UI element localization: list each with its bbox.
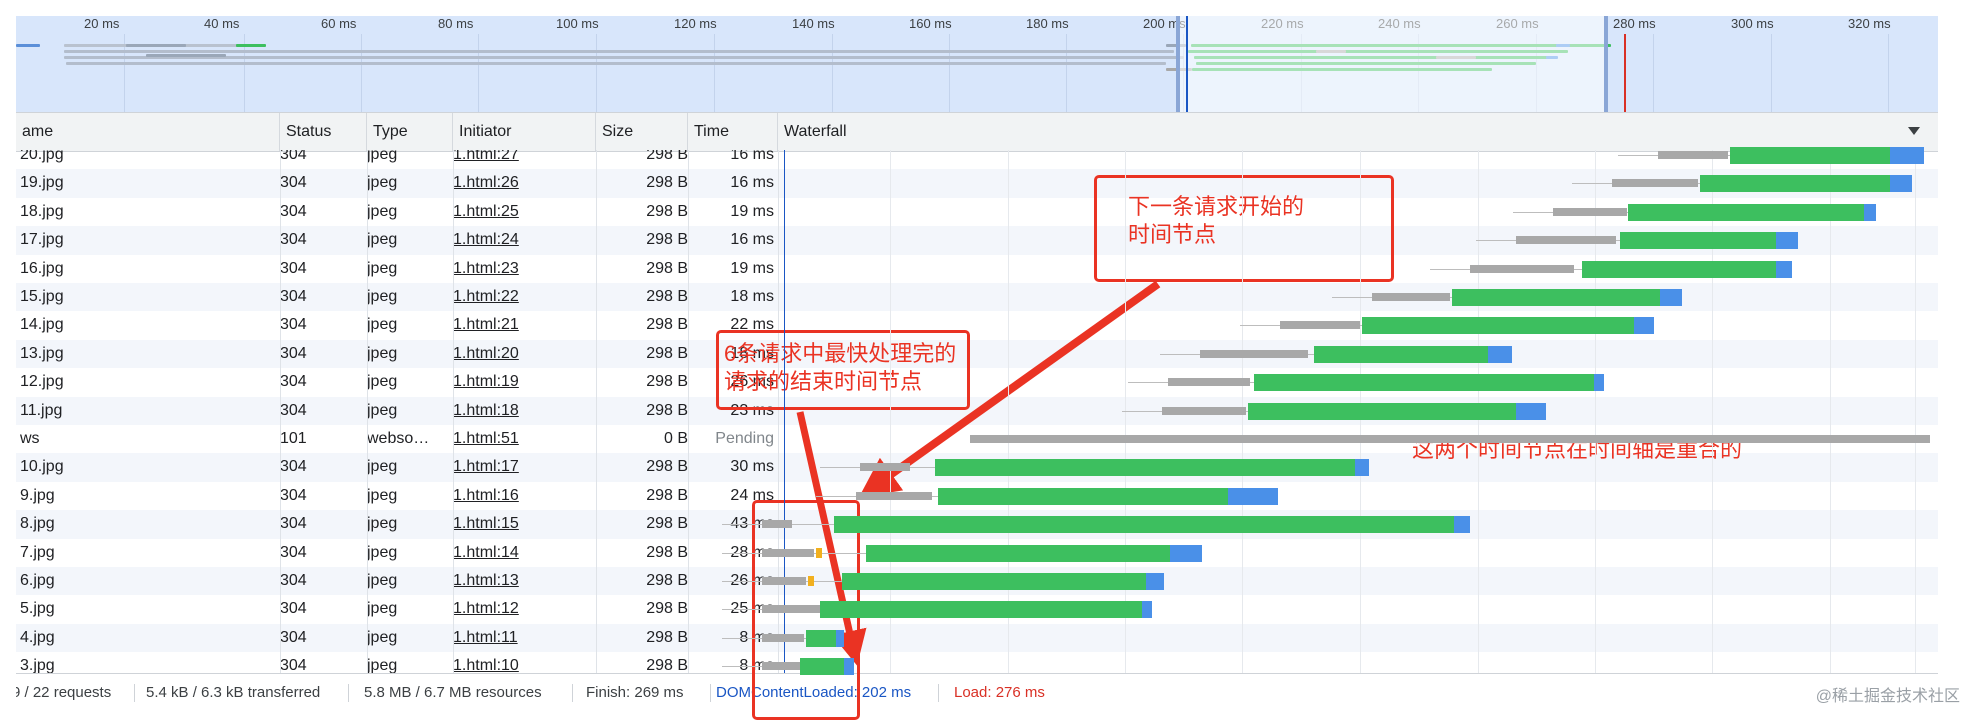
- waterfall-bar-receive: [1355, 459, 1369, 477]
- waterfall-bar-waiting: [762, 548, 814, 557]
- waterfall-bar-download: [820, 601, 1142, 619]
- waterfall-bar-stalled: [816, 547, 822, 558]
- waterfall-bar-download: [834, 516, 1454, 534]
- waterfall-bar-receive: [1516, 402, 1546, 420]
- waterfall-bar-waiting: [970, 435, 1930, 443]
- waterfall-gridline: [1830, 150, 1831, 673]
- waterfall-gridline: [1915, 150, 1916, 673]
- waterfall-gridline: [1008, 150, 1009, 673]
- waterfall-bar-download: [1700, 175, 1890, 193]
- waterfall-bar-download: [1628, 203, 1864, 221]
- waterfall-bar-receive: [1634, 317, 1654, 335]
- waterfall-bar-download: [1254, 374, 1594, 392]
- waterfall-bar-download: [935, 459, 1355, 477]
- waterfall-bar-receive: [836, 629, 844, 647]
- waterfall-bar-waiting: [1470, 264, 1574, 273]
- waterfall-gridline: [1712, 150, 1713, 673]
- waterfall-bar-waiting: [762, 633, 804, 642]
- waterfall-bar-stalled: [808, 576, 814, 586]
- waterfall-bar-waiting: [1612, 179, 1698, 188]
- waterfall-bar-waiting: [762, 577, 806, 585]
- waterfall-bar-download: [842, 573, 1146, 590]
- waterfall-bar-receive: [1776, 232, 1798, 250]
- waterfall-bar-waiting: [1658, 151, 1728, 159]
- waterfall-bar-waiting: [1553, 207, 1627, 216]
- watermark: @稀土掘金技术社区: [1815, 688, 1960, 705]
- waterfall-bar-waiting: [1280, 321, 1360, 330]
- waterfall-bar-download: [866, 544, 1170, 562]
- waterfall-bar-receive: [1594, 374, 1604, 392]
- waterfall-bar-receive: [1660, 289, 1682, 306]
- waterfall-bar-download: [1314, 345, 1488, 363]
- waterfall-bar-download: [1452, 289, 1660, 306]
- waterfall-bar-download: [806, 629, 836, 647]
- waterfall-bar-waiting: [762, 662, 800, 671]
- waterfall-bar-receive: [1776, 260, 1792, 278]
- waterfall-bar-download: [1248, 402, 1516, 420]
- waterfall-bar-waiting: [1168, 378, 1250, 387]
- waterfall-bar-receive: [1890, 147, 1924, 164]
- waterfall-bar-waiting: [762, 605, 820, 614]
- waterfall-bar-waiting: [1372, 293, 1450, 301]
- arrow-to-next-request: [858, 280, 1161, 498]
- waterfall-bar-download: [800, 658, 844, 676]
- waterfall-bar-download: [1730, 147, 1890, 164]
- waterfall-bar-download: [1620, 232, 1776, 250]
- waterfall-bar-receive: [1864, 203, 1876, 221]
- dom-content-loaded-line: [784, 150, 785, 673]
- waterfall-bar-waiting: [1162, 406, 1246, 415]
- waterfall-bar-receive: [1228, 487, 1278, 505]
- waterfall-bar-download: [1582, 260, 1776, 278]
- waterfall-bar-receive: [1488, 345, 1512, 363]
- waterfall-bar-waiting: [762, 520, 792, 529]
- waterfall-bar-receive: [1890, 175, 1912, 193]
- waterfall-bar-receive: [1170, 544, 1202, 562]
- waterfall-bar-waiting: [856, 491, 932, 500]
- waterfall-bar-download: [938, 487, 1228, 505]
- waterfall-bar-receive: [844, 658, 854, 676]
- waterfall-bar-receive: [1142, 601, 1152, 619]
- waterfall-bar-waiting: [1200, 349, 1308, 358]
- waterfall-gridline: [1595, 150, 1596, 673]
- waterfall-bar-waiting: [1516, 236, 1616, 245]
- waterfall-bar-receive: [1146, 573, 1164, 590]
- waterfall-bar-waiting: [860, 463, 910, 472]
- waterfall-bar-receive: [1454, 516, 1470, 534]
- waterfall-gridline: [890, 150, 891, 673]
- waterfall-bar-download: [1362, 317, 1634, 335]
